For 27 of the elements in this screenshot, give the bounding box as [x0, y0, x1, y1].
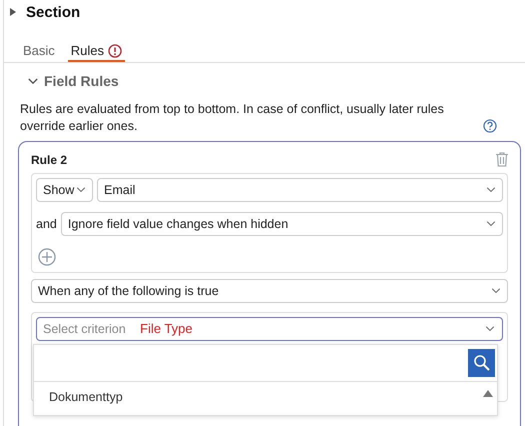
annotation-text: File Type — [140, 321, 193, 336]
chevron-down-icon[interactable] — [76, 187, 86, 193]
tab[interactable]: Basic — [20, 42, 58, 62]
search-button[interactable] — [468, 349, 495, 377]
chevron-down-icon[interactable] — [486, 221, 496, 227]
chevron-down-icon[interactable] — [485, 326, 495, 332]
add-icon[interactable] — [38, 248, 56, 266]
chevron-down-icon[interactable] — [491, 288, 501, 294]
dropdown-item[interactable]: Dokumenttyp — [49, 390, 123, 404]
field-dropdown[interactable]: Email — [97, 178, 503, 202]
description-text: Rules are evaluated from top to bottom. In case of conflict, usually later rules override earlier ones. — [20, 101, 445, 135]
caret-icon[interactable] — [10, 8, 16, 16]
option-dropdown[interactable]: Ignore field value changes when hidden — [60, 212, 503, 236]
section-title: Section — [26, 4, 80, 20]
help-icon[interactable] — [483, 119, 497, 133]
rule-title: Rule 2 — [31, 152, 68, 166]
action-dropdown[interactable]: Show — [36, 178, 93, 202]
group-title: Field Rules — [44, 73, 119, 89]
trash-icon[interactable] — [496, 152, 508, 167]
condition-dropdown[interactable]: When any of the following is true — [31, 279, 508, 303]
chevron-down-icon[interactable] — [486, 187, 496, 193]
search-icon — [472, 354, 490, 372]
chevron-icon[interactable] — [28, 78, 38, 84]
tab[interactable]: Rules — [68, 42, 126, 62]
and-label: and — [36, 217, 57, 231]
scroll-up-icon[interactable] — [483, 390, 493, 397]
error-icon — [108, 44, 122, 58]
